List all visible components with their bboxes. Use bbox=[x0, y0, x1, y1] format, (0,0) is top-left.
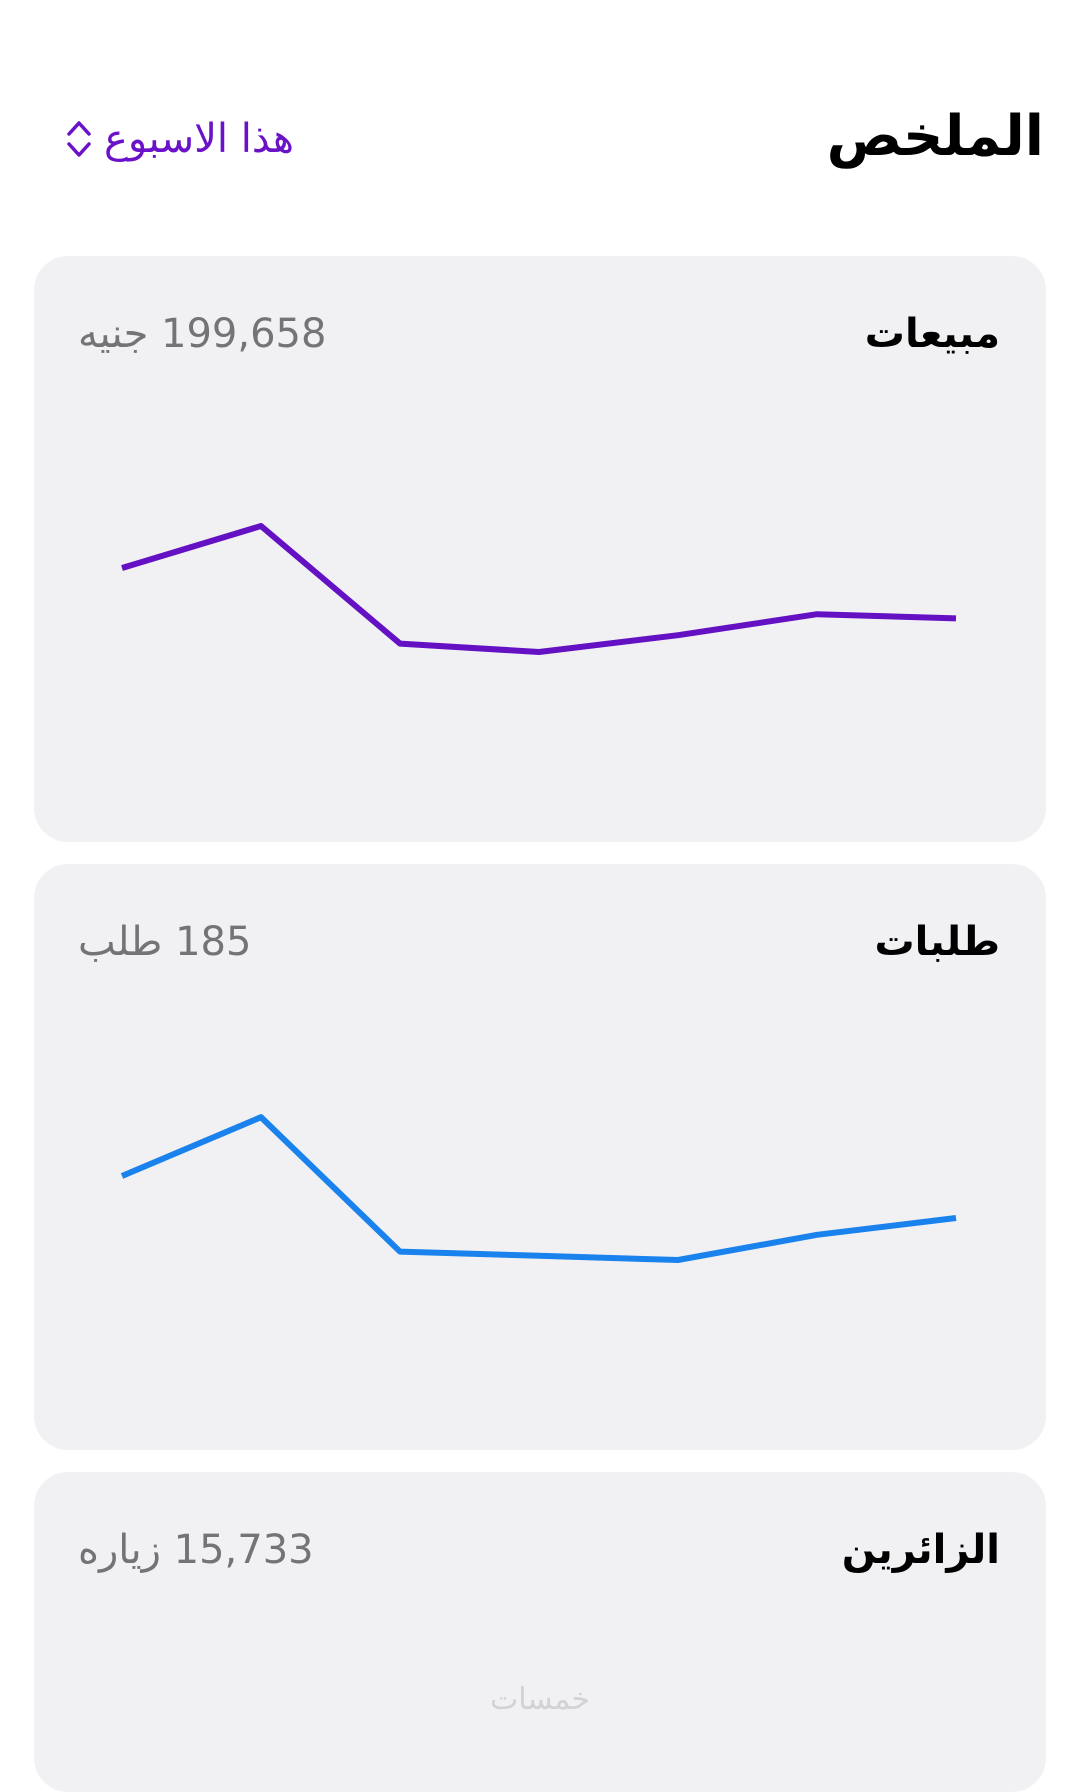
page-title: الملخص bbox=[827, 92, 1044, 182]
chart-series-line bbox=[122, 526, 956, 652]
chevron-up-down-icon bbox=[66, 119, 92, 159]
header: الملخص هذا الاسبوع bbox=[0, 0, 1080, 230]
sales-card[interactable]: مبيعات 199,658 جنيه bbox=[34, 256, 1046, 842]
visitors-card-value: 15,733 زياره bbox=[78, 1518, 314, 1582]
period-label: هذا الاسبوع bbox=[104, 108, 294, 170]
visitors-card-title: الزائرين bbox=[842, 1518, 1000, 1582]
chart-series-line bbox=[122, 1117, 956, 1260]
visitors-card[interactable]: الزائرين 15,733 زياره خمسات bbox=[34, 1472, 1046, 1792]
watermark-logo: خمسات bbox=[34, 1682, 1046, 1717]
orders-line-chart bbox=[34, 864, 1046, 1450]
period-selector[interactable]: هذا الاسبوع bbox=[66, 108, 294, 170]
orders-card[interactable]: طلبات 185 طلب bbox=[34, 864, 1046, 1450]
sales-line-chart bbox=[34, 256, 1046, 842]
